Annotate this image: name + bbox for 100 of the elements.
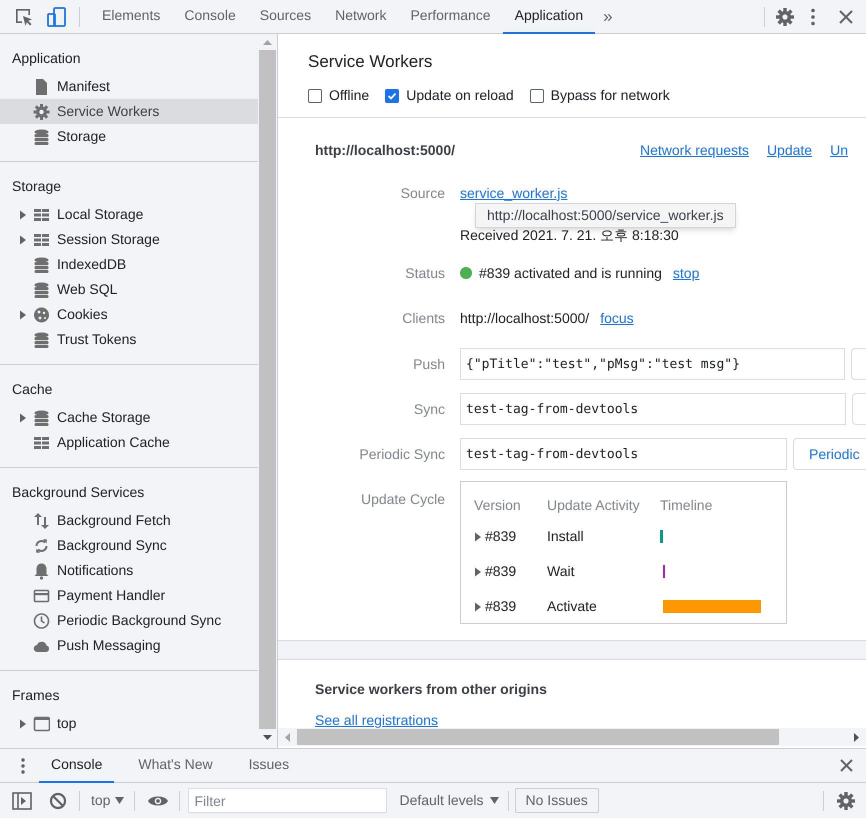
eye-icon[interactable] [147,794,170,808]
issues-button[interactable]: No Issues [514,788,599,813]
sidebar-item[interactable]: Trust Tokens [0,327,258,352]
action-link[interactable]: Update [766,140,812,160]
periodic-sync-button[interactable]: Periodic [793,438,866,470]
frame-icon [33,714,50,732]
sidebar-item[interactable]: Local Storage [0,202,258,227]
more-options-icon[interactable] [811,8,815,26]
sidebar-item[interactable]: Application Cache [0,430,258,455]
version-cell-text: #839 [485,597,516,616]
database-icon [33,330,50,348]
field-label: Sync [412,400,445,419]
panel-title: Service Workers [308,51,434,73]
input-field[interactable]: test-tag-from-devtools [460,393,846,425]
registrations-link[interactable]: See all registrations [315,710,438,728]
activity-cell-text: Wait [547,562,576,581]
scrollbar-thumb[interactable] [297,729,779,745]
sidebar-item[interactable]: Payment Handler [0,583,258,608]
sidebar-item[interactable]: Cookies [0,302,258,327]
context-dropdown[interactable]: top [91,790,124,811]
section-heading: Cache [11,380,54,398]
clear-icon[interactable] [49,792,67,810]
arrows-icon [33,512,50,530]
section-heading: Storage [11,176,62,196]
section-heading: Service workers from other origins [315,680,548,699]
file-icon [33,78,50,96]
drawer-tab[interactable]: Issues [236,748,302,782]
input-field[interactable]: {"pTitle":"test","pMsg":"test msg"} [460,348,845,380]
panel-tab[interactable]: Performance [398,0,503,34]
sidebar-item[interactable]: Storage [0,124,258,149]
database-icon [33,256,50,274]
sidebar-item[interactable]: Web SQL [0,277,258,302]
client-url: http://localhost:5000/ [460,308,590,328]
field-label: Status [404,264,445,282]
sidebar-item[interactable]: Background Sync [0,533,258,558]
scrollbar-thumb[interactable] [259,50,276,729]
expand-arrow-icon[interactable] [474,602,482,612]
version-cell-text: #839 [485,562,516,581]
expand-arrow-icon[interactable] [19,718,27,728]
input-field[interactable]: test-tag-from-devtools [460,438,787,470]
column-header: Update Activity [547,496,641,515]
expand-arrow-icon[interactable] [19,412,27,422]
close-icon[interactable] [839,10,853,24]
clock-icon [33,612,50,630]
sidebar-item[interactable]: Notifications [0,558,258,583]
sidebar-toggle-icon[interactable] [12,792,32,810]
field-label: Periodic Sync [358,444,445,464]
sidebar-item[interactable]: Push Messaging [0,633,258,658]
database-icon [33,408,50,426]
panel-tab[interactable]: Sources [248,0,324,34]
sidebar-item[interactable]: top [0,711,258,736]
drawer-tab[interactable]: What's New [126,748,225,782]
scroll-down-icon[interactable] [263,735,272,741]
panel-tab[interactable]: Console [172,0,248,34]
device-toolbar-icon[interactable] [46,6,68,28]
sidebar-item[interactable]: Service Workers [0,99,258,124]
column-header: Timeline [660,496,712,514]
checkbox-option[interactable]: Update on reload [385,85,514,106]
sidebar-item[interactable]: Periodic Background Sync [0,608,258,633]
checkbox-option[interactable]: Offline [308,85,370,106]
cookie-icon [33,306,50,324]
sidebar-item[interactable]: Manifest [0,74,258,99]
scroll-right-icon[interactable] [854,732,860,742]
dropdown-icon [115,797,124,804]
drawer-tab[interactable]: Console [39,748,114,782]
sidebar-item[interactable]: IndexedDB [0,252,258,277]
checkmark-icon [387,90,398,100]
column-header: Version [474,496,522,514]
expand-arrow-icon[interactable] [474,532,482,542]
stop-link[interactable]: stop [672,262,700,284]
version-cell-text: #839 [485,527,516,546]
card-icon [33,586,50,604]
sidebar-item[interactable]: Session Storage [0,227,258,252]
bell-icon [33,562,50,580]
panel-tab[interactable]: Application [502,0,596,34]
focus-link[interactable]: focus [600,308,634,328]
sidebar-item[interactable]: Background Fetch [0,508,258,533]
expand-arrow-icon[interactable] [19,234,27,244]
status-text: #839 activated and is running [479,264,662,283]
panel-tab[interactable]: Elements [90,0,172,34]
panel-tab[interactable]: Network [323,0,398,34]
close-icon[interactable] [840,759,853,772]
sidebar-item[interactable]: Cache Storage [0,405,258,430]
section-heading: Application [11,48,82,68]
checkbox-option[interactable]: Bypass for network [530,85,670,106]
origin-url: http://localhost:5000/ [315,140,456,160]
source-link[interactable]: service_worker.js [460,182,568,204]
database-icon [33,280,50,298]
expand-arrow-icon[interactable] [19,210,27,220]
levels-dropdown[interactable]: Default levels [399,790,499,811]
more-options-icon[interactable] [21,758,25,774]
more-tabs-button[interactable]: » [599,4,617,30]
action-link[interactable]: Un [830,140,848,160]
filter-field[interactable]: Filter [188,788,388,813]
expand-arrow-icon[interactable] [19,310,27,320]
dropdown-icon [490,797,499,804]
expand-arrow-icon[interactable] [474,566,482,576]
gear-icon [33,102,50,120]
activity-cell-text: Activate [547,597,598,616]
action-link[interactable]: Network requests [640,140,749,160]
